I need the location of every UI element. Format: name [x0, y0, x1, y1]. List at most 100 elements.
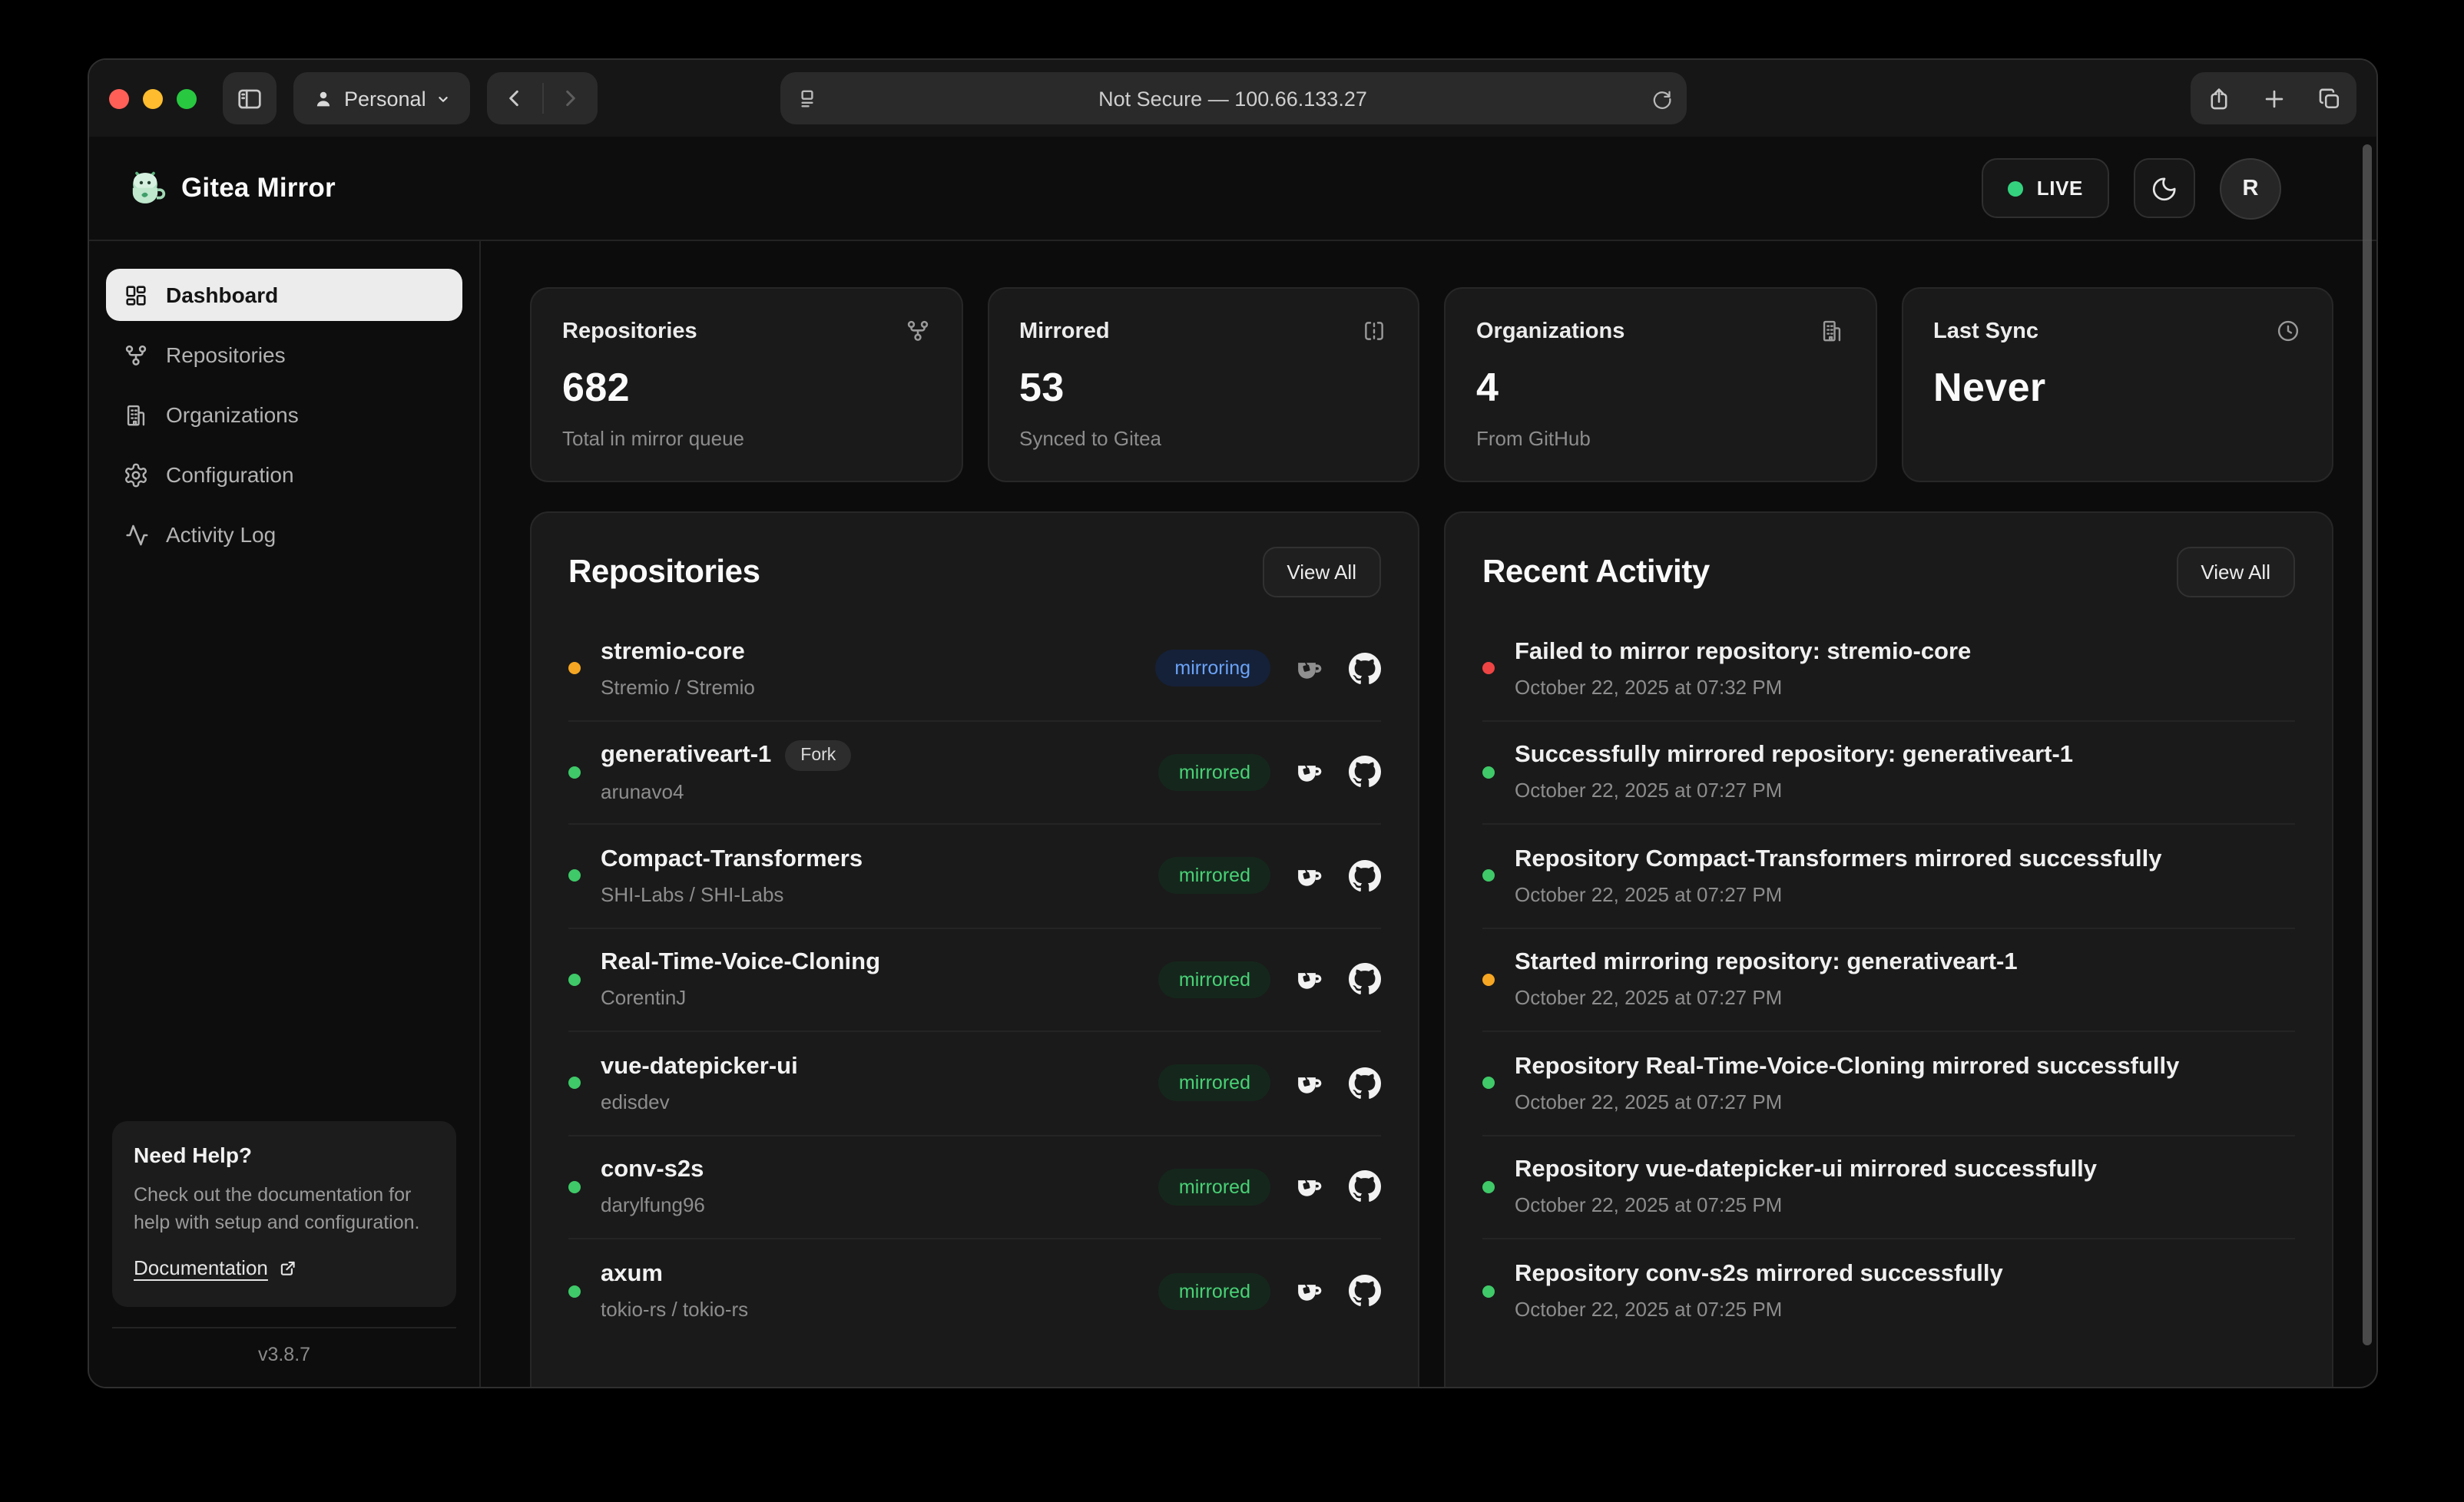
profile-switcher-button[interactable]: Personal [293, 72, 471, 124]
help-title: Need Help? [134, 1143, 435, 1167]
chevron-right-icon [558, 86, 583, 111]
stat-value: 4 [1476, 364, 1844, 412]
github-icon[interactable] [1349, 860, 1381, 892]
repo-name: generativeart-1 [601, 743, 771, 770]
github-icon[interactable] [1349, 964, 1381, 996]
status-dot [1482, 1077, 1495, 1090]
activity-timestamp: October 22, 2025 at 07:32 PM [1515, 676, 1971, 699]
gitea-icon[interactable] [1293, 1171, 1326, 1203]
activity-text: Successfully mirrored repository: genera… [1515, 743, 2073, 770]
activity-view-all-button[interactable]: View All [2176, 547, 2295, 597]
tab-overview-button[interactable] [2316, 85, 2342, 111]
activity-timestamp: October 22, 2025 at 07:27 PM [1515, 779, 2073, 802]
sidebar-item-label: Configuration [166, 462, 294, 487]
help-card: Need Help? Check out the documentation f… [112, 1121, 456, 1308]
status-badge: mirrored [1159, 1065, 1270, 1102]
desktop: Personal Not Secure — 100.66.133.27 [0, 0, 2464, 1502]
activity-item: Started mirroring repository: generative… [1482, 928, 2295, 1032]
github-icon[interactable] [1349, 1067, 1381, 1100]
theme-toggle-button[interactable] [2134, 158, 2195, 218]
reload-icon[interactable] [1649, 87, 1672, 110]
activity-text: Failed to mirror repository: stremio-cor… [1515, 639, 1971, 667]
new-tab-button[interactable] [2260, 85, 2287, 111]
status-dot [568, 1077, 581, 1090]
sidebar-item-repositories[interactable]: Repositories [106, 329, 462, 381]
status-dot [568, 1181, 581, 1193]
activity-icon [123, 521, 149, 548]
repo-owner: CorentinJ [601, 987, 880, 1010]
panel-title: Repositories [568, 554, 760, 591]
github-icon[interactable] [1349, 756, 1381, 789]
live-status-button[interactable]: LIVE [1982, 158, 2109, 218]
live-label: LIVE [2037, 177, 2083, 200]
main-area: Dashboard Repositories Organizations Con… [89, 241, 2376, 1387]
status-dot [1482, 1285, 1495, 1298]
status-dot [568, 974, 581, 986]
sidebar-nav: Dashboard Repositories Organizations Con… [106, 269, 462, 561]
gitea-icon[interactable] [1293, 860, 1326, 892]
status-badge: mirrored [1159, 961, 1270, 998]
status-dot [568, 870, 581, 882]
sidebar-item-organizations[interactable]: Organizations [106, 389, 462, 441]
status-badge: mirrored [1159, 1169, 1270, 1206]
sidebar-toggle-button[interactable] [223, 72, 277, 124]
github-icon[interactable] [1349, 1171, 1381, 1203]
gitea-icon[interactable] [1293, 964, 1326, 996]
sidebar-item-configuration[interactable]: Configuration [106, 448, 462, 501]
header-actions: LIVE R [1982, 157, 2281, 219]
repository-row: axum tokio-rs / tokio-rs mirrored [568, 1239, 1381, 1343]
sidebar-item-activity-log[interactable]: Activity Log [106, 508, 462, 561]
activity-timestamp: October 22, 2025 at 07:27 PM [1515, 1090, 2179, 1113]
stats-grid: Repositories 682 Total in mirror queue M… [530, 287, 2333, 482]
repository-row: generativeart-1 Fork arunavo4 mirrored [568, 721, 1381, 825]
activity-item: Repository conv-s2s mirrored successfull… [1482, 1239, 2295, 1343]
repo-owner: tokio-rs / tokio-rs [601, 1299, 748, 1322]
page-settings-icon[interactable] [793, 85, 820, 111]
help-body: Check out the documentation for help wit… [134, 1181, 435, 1237]
share-button[interactable] [2205, 85, 2231, 111]
activity-item: Repository Compact-Transformers mirrored… [1482, 825, 2295, 928]
minimize-window-button[interactable] [143, 88, 163, 108]
sidebar: Dashboard Repositories Organizations Con… [89, 241, 481, 1387]
sidebar-item-label: Activity Log [166, 522, 276, 547]
toolbar-right-cluster [2191, 72, 2356, 124]
gitea-icon[interactable] [1293, 653, 1326, 685]
forward-button[interactable] [543, 86, 598, 111]
status-dot [568, 766, 581, 779]
sidebar-item-dashboard[interactable]: Dashboard [106, 269, 462, 321]
mirror-icon [1361, 318, 1387, 344]
chevron-down-icon [436, 90, 452, 107]
panel-title: Recent Activity [1482, 554, 1710, 591]
repo-name: stremio-core [601, 639, 745, 667]
gitea-icon[interactable] [1293, 1275, 1326, 1308]
stat-card-repositories: Repositories 682 Total in mirror queue [530, 287, 962, 482]
gitea-icon[interactable] [1293, 756, 1326, 789]
repo-owner: darylfung96 [601, 1194, 705, 1217]
sidebar-item-label: Dashboard [166, 283, 278, 307]
address-bar[interactable]: Not Secure — 100.66.133.27 [780, 72, 1686, 124]
zoom-window-button[interactable] [177, 88, 197, 108]
dashboard-content: Repositories 682 Total in mirror queue M… [481, 241, 2376, 1387]
git-fork-icon [904, 318, 930, 344]
activity-timestamp: October 22, 2025 at 07:25 PM [1515, 1299, 2003, 1322]
browser-toolbar: Personal Not Secure — 100.66.133.27 [89, 60, 2376, 137]
stat-title: Repositories [562, 319, 697, 343]
page-scrollbar[interactable] [2363, 144, 2372, 1345]
stat-value: Never [1933, 364, 2301, 412]
documentation-link[interactable]: Documentation [134, 1256, 299, 1279]
user-avatar[interactable]: R [2220, 157, 2281, 219]
repo-owner: SHI-Labs / SHI-Labs [601, 883, 863, 906]
repo-name: axum [601, 1262, 663, 1289]
stat-title: Organizations [1476, 319, 1624, 343]
plus-icon [2260, 85, 2287, 111]
activity-timestamp: October 22, 2025 at 07:27 PM [1515, 883, 2161, 906]
repo-owner: Stremio / Stremio [601, 676, 755, 699]
github-icon[interactable] [1349, 1275, 1381, 1308]
github-icon[interactable] [1349, 653, 1381, 685]
back-button[interactable] [488, 86, 543, 111]
status-dot [1482, 974, 1495, 986]
close-window-button[interactable] [109, 88, 129, 108]
repositories-view-all-button[interactable]: View All [1262, 547, 1381, 597]
gitea-icon[interactable] [1293, 1067, 1326, 1100]
repository-row: stremio-core Stremio / Stremio mirroring [568, 617, 1381, 721]
